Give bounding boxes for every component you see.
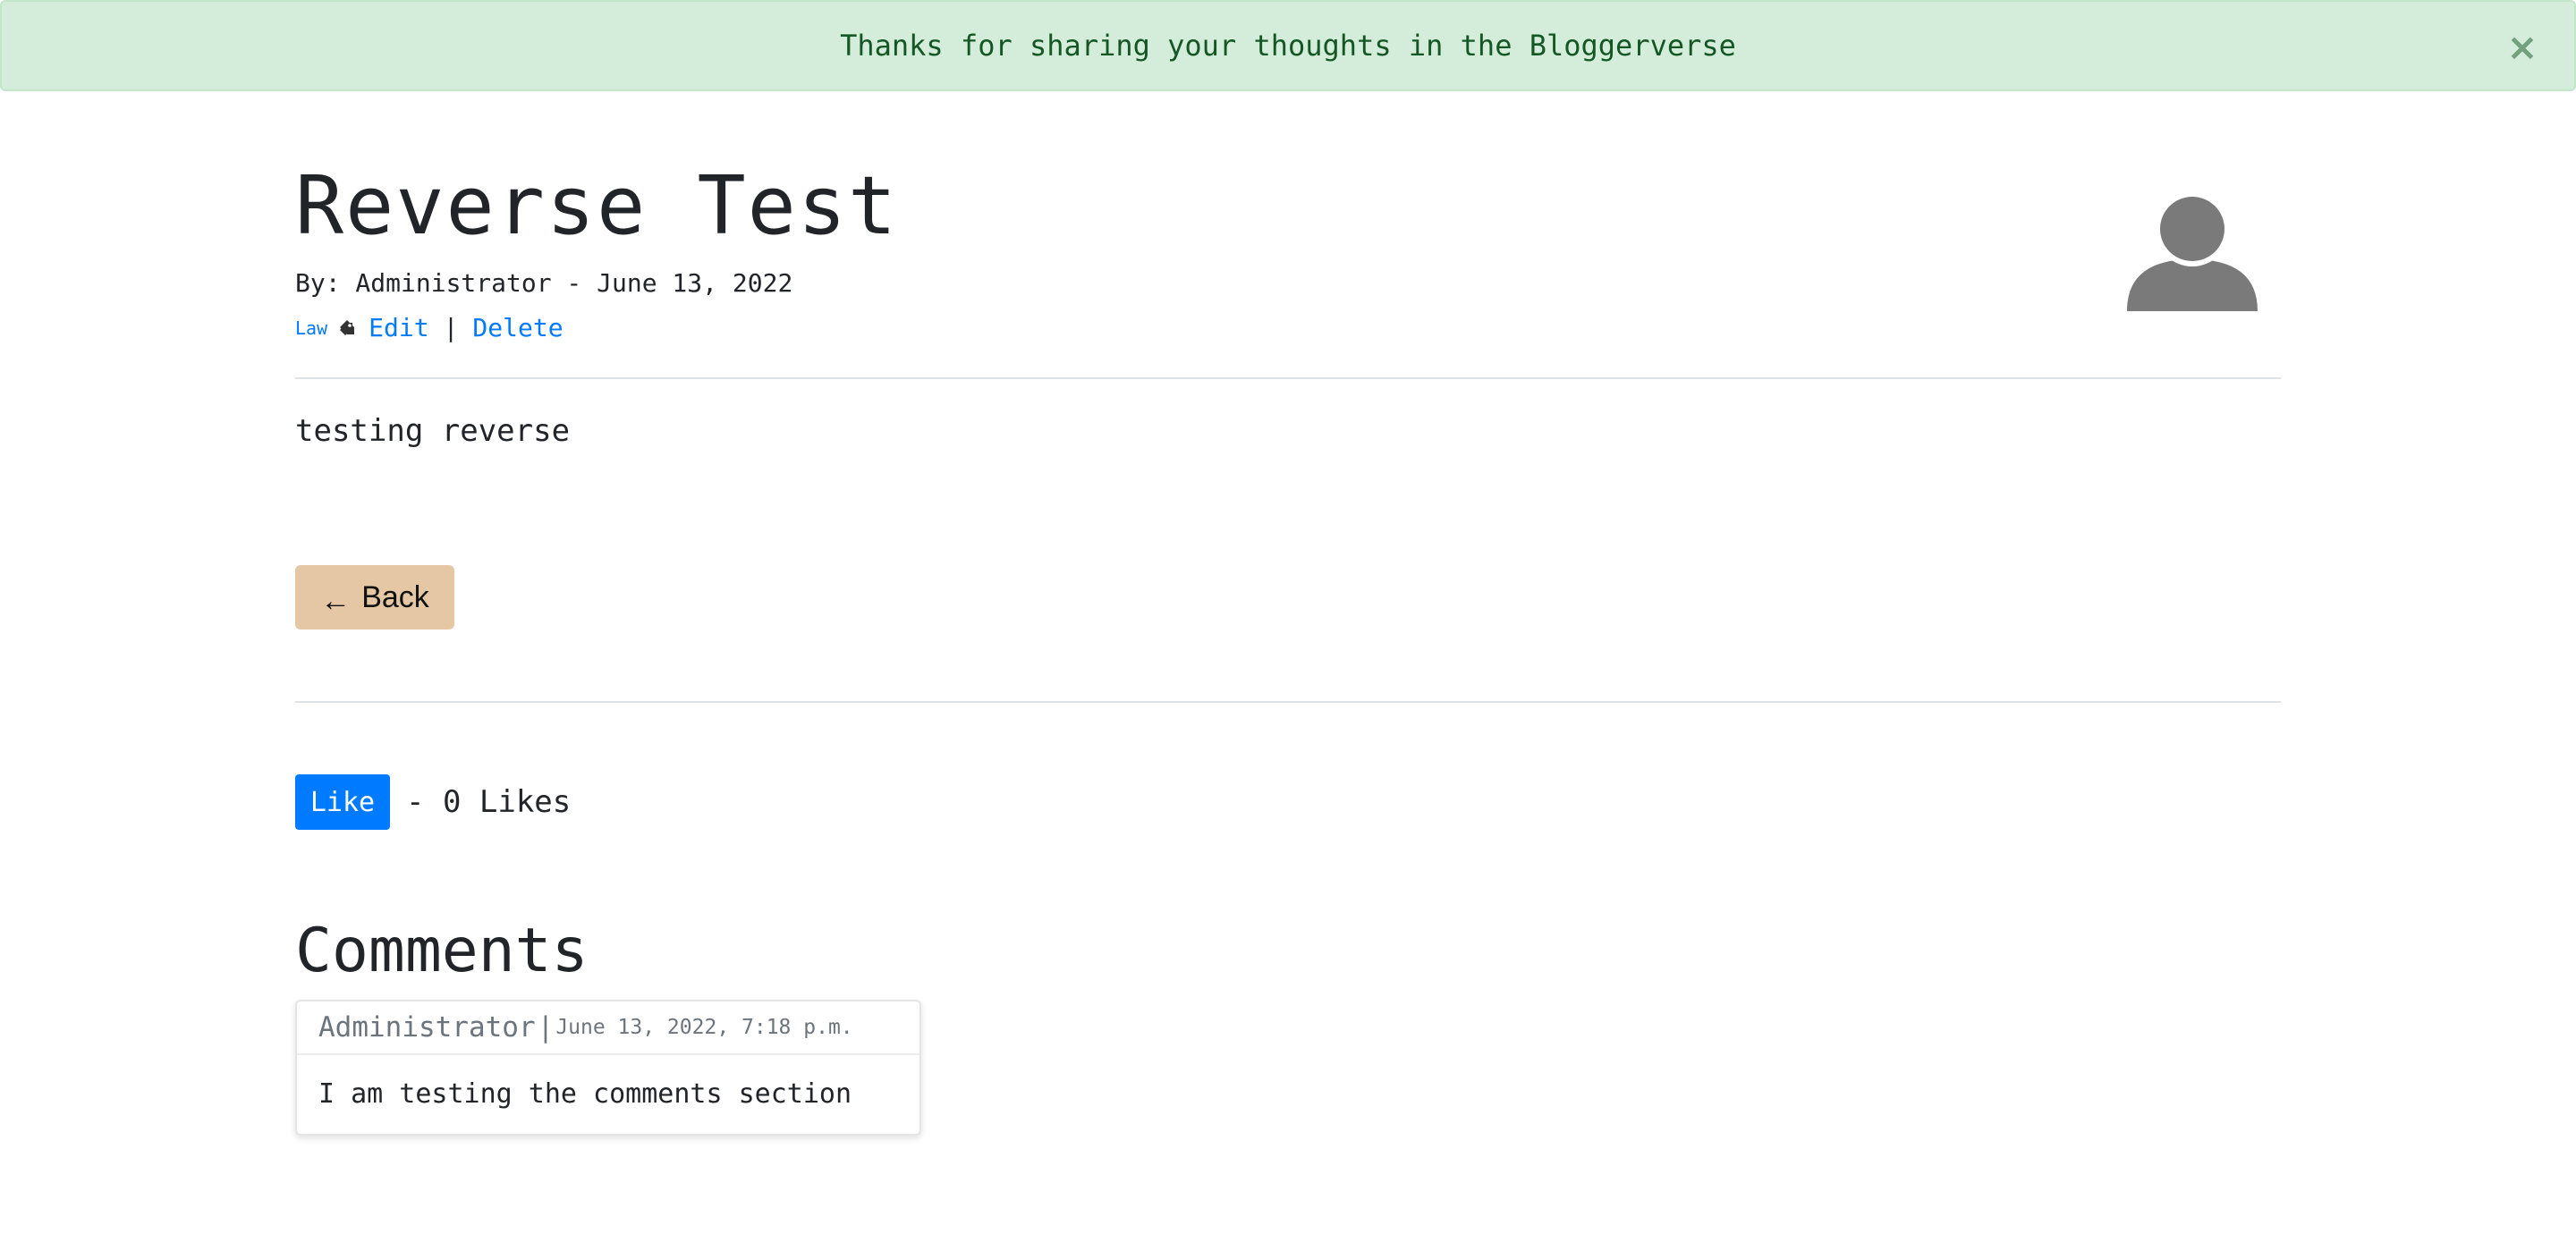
action-separator: | xyxy=(443,313,459,342)
like-button[interactable]: Like xyxy=(295,774,390,830)
comment-card: Administrator | June 13, 2022, 7:18 p.m.… xyxy=(295,1000,921,1136)
success-alert: Thanks for sharing your thoughts in the … xyxy=(0,0,2576,91)
comment-separator: | xyxy=(537,1011,555,1044)
tag-icon xyxy=(336,318,356,338)
comment-date: June 13, 2022, 7:18 p.m. xyxy=(555,1016,853,1039)
alert-message: Thanks for sharing your thoughts in the … xyxy=(840,29,1736,63)
like-count: - 0 Likes xyxy=(406,784,572,820)
post-body: testing reverse xyxy=(295,413,571,449)
comment-header: Administrator | June 13, 2022, 7:18 p.m. xyxy=(297,1001,919,1055)
post-byline: By: Administrator - June 13, 2022 xyxy=(295,268,793,298)
comment-author: Administrator xyxy=(318,1011,536,1044)
post-actions: Law Edit | Delete xyxy=(295,313,564,342)
back-button-label: Back xyxy=(361,579,429,614)
post-title: Reverse Test xyxy=(295,159,899,253)
back-button[interactable]: ← Back xyxy=(295,565,454,630)
edit-link[interactable]: Edit xyxy=(369,313,428,342)
comments-heading: Comments xyxy=(295,916,589,986)
comment-body: I am testing the comments section xyxy=(318,1078,852,1110)
divider xyxy=(295,377,2281,379)
delete-link[interactable]: Delete xyxy=(472,313,563,342)
likes-row: Like - 0 Likes xyxy=(295,774,571,830)
divider xyxy=(295,701,2281,703)
category-link[interactable]: Law xyxy=(295,317,327,339)
arrow-left-icon: ← xyxy=(320,583,352,618)
close-icon[interactable]: × xyxy=(2501,25,2544,69)
user-avatar-icon xyxy=(2125,190,2259,311)
